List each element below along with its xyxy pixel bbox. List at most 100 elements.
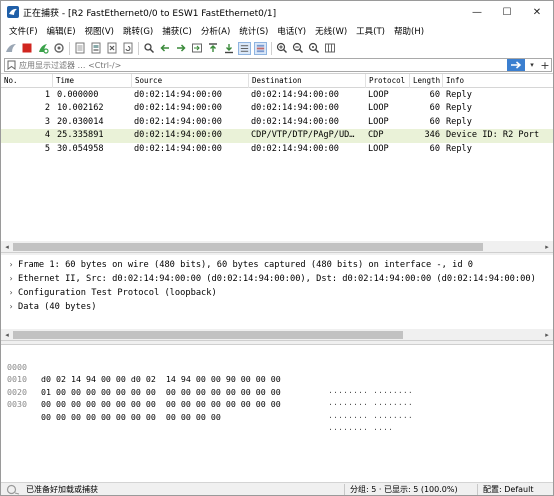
chevron-right-icon[interactable]: › (6, 300, 16, 314)
save-file-icon[interactable] (89, 42, 102, 55)
close-file-icon[interactable] (105, 42, 118, 55)
tree-item-label: Ethernet II, Src: d0:02:14:94:00:00 (d0:… (18, 274, 536, 284)
column-header-no[interactable]: No. (1, 74, 53, 88)
column-header-source[interactable]: Source (132, 74, 249, 88)
tree-item-loopback[interactable]: › Configuration Test Protocol (loopback) (1, 286, 553, 300)
add-filter-button[interactable]: + (539, 59, 551, 72)
cell-time: 20.030014 (57, 116, 104, 127)
chevron-down-icon[interactable]: ▾ (527, 59, 537, 71)
cell-destination: CDP/VTP/DTP/PAgP/UD… (251, 130, 355, 141)
cell-source: d0:02:14:94:00:00 (134, 103, 222, 114)
close-button[interactable]: ✕ (522, 1, 552, 23)
column-header-protocol[interactable]: Protocol (366, 74, 410, 88)
packet-list: No. Time Source Destination Protocol Len… (1, 73, 553, 241)
chevron-right-icon[interactable]: › (6, 258, 16, 272)
go-back-icon[interactable] (158, 42, 171, 55)
menu-help[interactable]: 帮助(H) (390, 25, 428, 37)
go-to-packet-icon[interactable] (190, 42, 203, 55)
menu-go[interactable]: 跳转(G) (119, 25, 157, 37)
resize-columns-icon[interactable] (323, 42, 336, 55)
bytes-row[interactable]: 0000 d0 02 14 94 00 00 d0 02 14 94 00 00… (1, 348, 553, 397)
tree-item-label: Configuration Test Protocol (loopback) (18, 288, 217, 298)
cell-destination: d0:02:14:94:00:00 (251, 90, 339, 100)
window-title: 正在捕获 - [R2 FastEthernet0/0 to ESW1 FastE… (23, 9, 277, 19)
menu-telephony[interactable]: 电话(Y) (273, 25, 310, 37)
menu-edit[interactable]: 编辑(E) (43, 25, 80, 37)
tree-item-frame[interactable]: › Frame 1: 60 bytes on wire (480 bits), … (1, 258, 553, 272)
cell-protocol: LOOP (368, 143, 389, 154)
cell-source: d0:02:14:94:00:00 (134, 143, 222, 154)
cell-length: 60 (429, 90, 440, 100)
go-forward-icon[interactable] (174, 42, 187, 55)
menu-analyze[interactable]: 分析(A) (197, 25, 234, 37)
display-filter-input[interactable] (17, 59, 507, 71)
status-separator (344, 484, 345, 495)
cell-info: Reply (446, 90, 472, 100)
chevron-right-icon[interactable]: › (6, 286, 16, 300)
packet-row[interactable]: 2 10.002162 d0:02:14:94:00:00 d0:02:14:94:0… (1, 102, 553, 116)
column-header-destination[interactable]: Destination (249, 74, 366, 88)
open-file-icon[interactable] (73, 42, 86, 55)
find-packet-icon[interactable] (142, 42, 155, 55)
cell-destination: d0:02:14:94:00:00 (251, 116, 339, 127)
cell-no: 2 (44, 103, 50, 114)
packet-row[interactable]: 5 30.054958 d0:02:14:94:00:00 d0:02:14:94:0… (1, 142, 553, 156)
menu-bar: 文件(F) 编辑(E) 视图(V) 跳转(G) 捕获(C) 分析(A) 统计(S… (1, 23, 553, 39)
zoom-normal-icon[interactable] (307, 42, 320, 55)
bookmark-icon[interactable] (5, 59, 17, 71)
cell-time: 25.335891 (57, 130, 104, 141)
cell-length: 346 (424, 130, 440, 141)
colorize-icon[interactable] (254, 41, 267, 55)
scrollbar-thumb[interactable] (13, 331, 403, 339)
status-separator (477, 484, 478, 495)
packet-row[interactable]: 4 25.335891 d0:02:14:94:00:00 CDP/VTP/DTP/P… (1, 129, 553, 143)
menu-capture[interactable]: 捕获(C) (158, 25, 196, 37)
cell-info: Device ID: R2 Port (446, 130, 540, 141)
wireshark-window: 正在捕获 - [R2 FastEthernet0/0 to ESW1 FastE… (0, 0, 554, 496)
toolbar-separator (271, 41, 272, 55)
cell-no: 1 (44, 90, 50, 100)
bytes-row[interactable]: 0010 01 00 00 00 00 00 00 00 00 00 00 00… (1, 361, 553, 409)
column-header-info[interactable]: Info (443, 74, 553, 88)
packet-row[interactable]: 3 20.030014 d0:02:14:94:00:00 d0:02:14:94:0… (1, 115, 553, 130)
menu-statistics[interactable]: 统计(S) (235, 25, 272, 37)
scrollbar-thumb[interactable] (13, 243, 483, 251)
main-toolbar (1, 39, 553, 57)
menu-view[interactable]: 视图(V) (81, 25, 118, 37)
cell-destination: d0:02:14:94:00:00 (251, 103, 339, 114)
cell-info: Reply (446, 103, 472, 114)
autoscroll-icon[interactable] (238, 41, 251, 55)
bytes-row[interactable]: 0020 00 00 00 00 00 00 00 00 00 00 00 00… (1, 373, 553, 422)
menu-file[interactable]: 文件(F) (5, 25, 42, 37)
ready-status-icon[interactable] (6, 483, 22, 495)
tree-item-data[interactable]: › Data (40 bytes) (1, 300, 553, 314)
stop-icon[interactable] (20, 42, 33, 55)
go-first-icon[interactable] (206, 42, 219, 55)
restart-icon[interactable] (36, 42, 49, 55)
reload-icon[interactable] (121, 42, 134, 55)
go-last-icon[interactable] (222, 42, 235, 55)
cell-info: Reply (446, 116, 472, 127)
maximize-button[interactable]: ☐ (492, 1, 522, 23)
tree-item-label: Data (40 bytes) (18, 302, 97, 312)
shark-fin-icon[interactable] (4, 42, 17, 55)
profile-status[interactable]: 配置: Default (483, 483, 533, 495)
minimize-button[interactable]: — (462, 1, 492, 23)
zoom-out-icon[interactable] (291, 42, 304, 55)
apply-filter-button[interactable] (507, 59, 525, 71)
column-header-length[interactable]: Length (410, 74, 443, 88)
wireshark-logo-icon (7, 6, 19, 18)
menu-tools[interactable]: 工具(T) (352, 25, 389, 37)
bytes-row[interactable]: 0030 00 00 00 00 00 00 00 00 00 00 00 00… (1, 386, 553, 434)
capture-options-icon[interactable] (52, 42, 65, 55)
packet-row[interactable]: 1 0.000000 d0:02:14:94:00:00 d0:02:14:94:00… (1, 89, 553, 103)
chevron-right-icon[interactable]: › (6, 272, 16, 286)
menu-wireless[interactable]: 无线(W) (311, 25, 351, 37)
cell-no: 3 (44, 116, 50, 127)
display-filter-bar: ▾ + (4, 58, 552, 72)
tree-item-ethernet[interactable]: › Ethernet II, Src: d0:02:14:94:00:00 (d… (1, 272, 553, 286)
zoom-in-icon[interactable] (275, 42, 288, 55)
toolbar-separator (138, 41, 139, 55)
cell-time: 0.000000 (57, 90, 99, 100)
column-header-time[interactable]: Time (53, 74, 132, 88)
